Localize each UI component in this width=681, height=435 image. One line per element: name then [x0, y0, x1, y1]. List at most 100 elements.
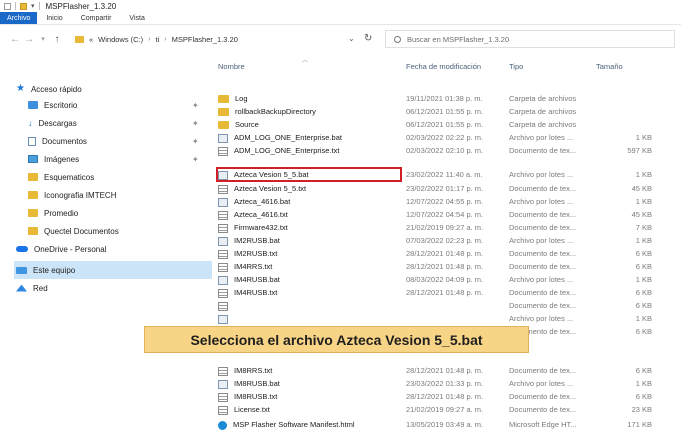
- breadcrumb-item-drive[interactable]: Windows (C:): [98, 35, 143, 44]
- file-name: Azteca Vesion 5_5.txt: [234, 184, 307, 193]
- file-type: Documento de tex...: [509, 262, 577, 271]
- sidebar-item-escritorio[interactable]: Escritorio ✦: [26, 96, 212, 114]
- file-name: IM4RRS.txt: [234, 262, 273, 271]
- sidebar-item-label: Descargas: [38, 118, 77, 128]
- file-row-im4rusb-bat[interactable]: IM4RUSB.bat 08/03/2022 04:09 p. m. Archi…: [212, 274, 681, 286]
- sort-indicator-icon: ︿: [302, 58, 309, 64]
- file-date: 21/02/2019 09:27 a. m.: [406, 405, 484, 414]
- file-type: Archivo por lotes ...: [509, 314, 574, 323]
- file-size: 171 KB: [627, 420, 652, 429]
- pin-icon[interactable]: ✦: [192, 137, 199, 146]
- sidebar-item-esquematicos[interactable]: Esquematicos: [26, 168, 212, 186]
- file-size: 6 KB: [635, 301, 652, 310]
- up-arrow-icon[interactable]: ↑: [50, 34, 64, 45]
- file-name: IM8RRS.txt: [234, 366, 273, 375]
- file-name: ADM_LOG_ONE_Enterprise.txt: [234, 146, 340, 155]
- file-name: Azteca_4616.bat: [234, 197, 291, 206]
- tab-compartir[interactable]: Compartir: [72, 12, 121, 24]
- file-size: 597 KB: [627, 146, 652, 155]
- file-size: 45 KB: [631, 210, 652, 219]
- sidebar-item-este-equipo[interactable]: Este equipo: [14, 261, 212, 279]
- file-row-im8rusb-txt[interactable]: IM8RUSB.txt 28/12/2021 01:48 p. m. Docum…: [212, 391, 681, 403]
- file-row-rollback[interactable]: rollbackBackupDirectory 06/12/2021 01:55…: [212, 106, 681, 118]
- file-size: 1 KB: [635, 379, 652, 388]
- sidebar-item-promedio[interactable]: Promedio: [26, 204, 212, 222]
- file-row-im4rusb-txt[interactable]: IM4RUSB.txt 28/12/2021 01:48 p. m. Docum…: [212, 287, 681, 299]
- pin-icon[interactable]: ✦: [192, 155, 199, 164]
- breadcrumb[interactable]: « Windows (C:) › ti › MSPFlasher_1.3.20: [75, 30, 345, 48]
- pin-icon[interactable]: ✦: [192, 101, 199, 110]
- file-row-im2rusb-bat[interactable]: IM2RUSB.bat 07/03/2022 02:23 p. m. Archi…: [212, 235, 681, 247]
- text-file-icon: [218, 249, 228, 259]
- instruction-text: Selecciona el archivo Azteca Vesion 5_5.…: [190, 331, 483, 348]
- file-row-adm-bat[interactable]: ADM_LOG_ONE_Enterprise.bat 02/03/2022 02…: [212, 132, 681, 144]
- file-row-log[interactable]: Log 19/11/2021 01:38 p. m. Carpeta de ar…: [212, 93, 681, 105]
- sidebar-item-iconografia-imtech[interactable]: Iconografia IMTECH: [26, 186, 212, 204]
- search-input[interactable]: Buscar en MSPFlasher_1.3.20: [385, 30, 675, 48]
- file-row-azteca-5-5-txt[interactable]: Azteca Vesion 5_5.txt 23/02/2022 01:17 p…: [212, 183, 681, 195]
- file-row-hidden-1[interactable]: Documento de tex... 6 KB: [212, 300, 681, 312]
- file-row-firmware432[interactable]: Firmware432.txt 21/02/2019 09:27 a. m. D…: [212, 222, 681, 234]
- file-date: 06/12/2021 01:55 p. m.: [406, 120, 484, 129]
- ribbon-tabs: Archivo Inicio Compartir Vista: [0, 12, 681, 25]
- file-row-im4rrs-txt[interactable]: IM4RRS.txt 28/12/2021 01:48 p. m. Docume…: [212, 261, 681, 273]
- desktop-icon: [28, 101, 38, 109]
- refresh-icon[interactable]: ↻: [364, 33, 372, 44]
- sidebar-item-label: Documentos: [42, 136, 87, 146]
- address-dropdown-icon[interactable]: ⌄: [348, 34, 355, 43]
- file-row-azteca-4616-txt[interactable]: Azteca_4616.txt 12/07/2022 04:54 p. m. D…: [212, 209, 681, 221]
- chevron-down-icon[interactable]: ▾: [31, 2, 35, 10]
- back-arrow-icon[interactable]: ←: [8, 34, 22, 45]
- sidebar-item-label: Iconografia IMTECH: [44, 190, 117, 200]
- file-row-azteca-4616-bat[interactable]: Azteca_4616.bat 12/07/2022 04:55 p. m. A…: [212, 196, 681, 208]
- file-type: Archivo por lotes ...: [509, 275, 574, 284]
- file-type: Archivo por lotes ...: [509, 379, 574, 388]
- text-file-icon: [218, 184, 228, 194]
- column-header-date[interactable]: Fecha de modificación: [406, 55, 481, 77]
- file-type: Carpeta de archivos: [509, 107, 577, 116]
- tab-vista[interactable]: Vista: [120, 12, 153, 24]
- file-size: 1 KB: [635, 236, 652, 245]
- sidebar-item-documentos[interactable]: Documentos ✦: [26, 132, 212, 150]
- tab-inicio[interactable]: Inicio: [37, 12, 71, 24]
- file-row-source[interactable]: Source 06/12/2021 01:55 p. m. Carpeta de…: [212, 119, 681, 131]
- file-date: 12/07/2022 04:54 p. m.: [406, 210, 484, 219]
- file-row-manifest-html[interactable]: MSP Flasher Software Manifest.html 13/05…: [212, 419, 681, 431]
- file-size: 6 KB: [635, 392, 652, 401]
- sidebar-item-descargas[interactable]: ↓ Descargas ✦: [26, 114, 212, 132]
- column-header-size[interactable]: Tamaño: [596, 55, 623, 77]
- forward-arrow-icon[interactable]: →: [22, 34, 36, 45]
- column-header-name[interactable]: Nombre: [218, 55, 245, 77]
- sidebar-item-imagenes[interactable]: Imágenes ✦: [26, 150, 212, 168]
- title-bar: ▾ MSPFlasher_1.3.20: [0, 0, 681, 12]
- sidebar-item-label: Este equipo: [33, 265, 76, 275]
- file-date: 12/07/2022 04:55 p. m.: [406, 197, 484, 206]
- sidebar-item-red[interactable]: Red: [14, 279, 212, 297]
- file-date: 28/12/2021 01:48 p. m.: [406, 392, 484, 401]
- file-date: 23/02/2022 01:17 p. m.: [406, 184, 484, 193]
- tab-archivo[interactable]: Archivo: [0, 12, 38, 24]
- breadcrumb-item-current[interactable]: MSPFlasher_1.3.20: [172, 35, 238, 44]
- breadcrumb-overflow[interactable]: «: [89, 35, 93, 44]
- sidebar-item-quectel-documentos[interactable]: Quectel Documentos: [26, 222, 212, 240]
- file-size: 45 KB: [631, 184, 652, 193]
- file-date: 28/12/2021 01:48 p. m.: [406, 366, 484, 375]
- file-row-im8rrs-txt[interactable]: IM8RRS.txt 28/12/2021 01:48 p. m. Docume…: [212, 365, 681, 377]
- file-row-im8rusb-bat[interactable]: IM8RUSB.bat 23/03/2022 01:33 p. m. Archi…: [212, 378, 681, 390]
- column-header-type[interactable]: Tipo: [509, 55, 523, 77]
- breadcrumb-item-ti[interactable]: ti: [156, 35, 160, 44]
- file-type: Documento de tex...: [509, 301, 577, 310]
- navigation-pane: ★ Acceso rápido Escritorio ✦ ↓ Descargas…: [0, 75, 212, 435]
- file-row-hidden-2[interactable]: Archivo por lotes ... 1 KB: [212, 313, 681, 325]
- file-date: 23/03/2022 01:33 p. m.: [406, 379, 484, 388]
- file-size: 6 KB: [635, 327, 652, 336]
- text-file-icon: [218, 262, 228, 272]
- file-row-im2rusb-txt[interactable]: IM2RUSB.txt 28/12/2021 01:48 p. m. Docum…: [212, 248, 681, 260]
- quick-access-toolbar-icon[interactable]: [4, 2, 11, 10]
- pin-icon[interactable]: ✦: [192, 119, 199, 128]
- file-row-license-txt[interactable]: License.txt 21/02/2019 09:27 a. m. Docum…: [212, 404, 681, 416]
- recent-locations-icon[interactable]: ▾: [36, 35, 50, 43]
- sidebar-item-onedrive[interactable]: OneDrive - Personal: [14, 240, 212, 258]
- file-row-adm-txt[interactable]: ADM_LOG_ONE_Enterprise.txt 02/03/2022 02…: [212, 145, 681, 157]
- folder-icon: [218, 108, 229, 116]
